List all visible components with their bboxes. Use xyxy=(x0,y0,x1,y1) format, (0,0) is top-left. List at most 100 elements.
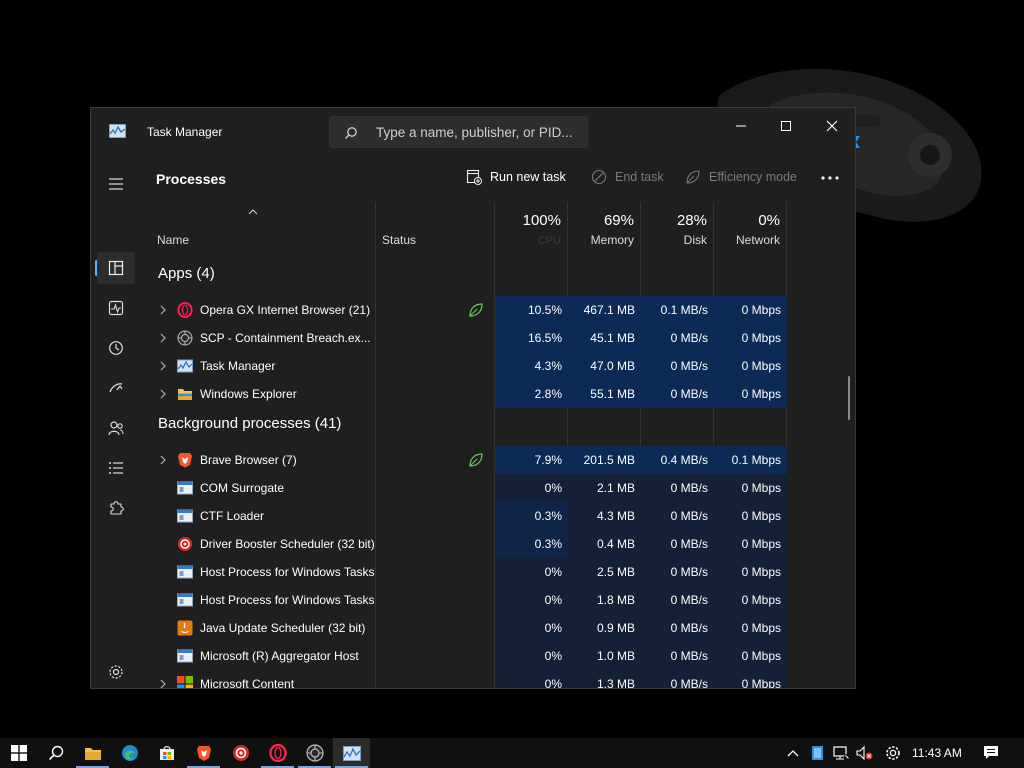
driver-booster-icon xyxy=(177,536,193,552)
process-row[interactable]: Windows Explorer 2.8% 55.1 MB 0 MB/s 0 Mbps xyxy=(139,380,839,408)
nav-services[interactable] xyxy=(97,492,135,524)
taskbar-search-button[interactable] xyxy=(37,738,74,768)
nav-processes[interactable] xyxy=(97,252,135,284)
minimize-button[interactable] xyxy=(719,112,763,140)
process-name: CTF Loader xyxy=(200,509,265,523)
nav-users[interactable] xyxy=(97,412,135,444)
end-task-button[interactable]: End task xyxy=(591,169,664,185)
expand-chevron-icon[interactable] xyxy=(159,304,167,316)
search-icon xyxy=(48,745,63,761)
column-status-label: Status xyxy=(382,233,417,247)
process-name: Java Update Scheduler (32 bit) xyxy=(200,621,366,635)
taskbar-driver-booster[interactable] xyxy=(222,738,259,768)
process-row[interactable]: CTF Loader 0.3% 4.3 MB 0 MB/s 0 Mbps xyxy=(139,502,839,530)
expand-chevron-icon[interactable] xyxy=(159,678,167,689)
process-row[interactable]: Microsoft (R) Aggregator Host 0% 1.0 MB 0 M… xyxy=(139,642,839,670)
network-cell: 0 Mbps xyxy=(714,502,787,530)
column-header-status[interactable]: Status xyxy=(376,202,495,254)
cpu-cell: 0% xyxy=(495,670,568,688)
process-row[interactable]: COM Surrogate 0% 2.1 MB 0 MB/s 0 Mbps xyxy=(139,474,839,502)
task-manager-app-icon xyxy=(109,124,126,138)
taskbar-clock[interactable]: 11:43 AM xyxy=(912,746,962,760)
column-header-memory[interactable]: 69% Memory xyxy=(568,202,641,254)
process-row[interactable]: Opera GX Internet Browser (21) 10.5% 467.1… xyxy=(139,296,839,324)
generic-window-icon xyxy=(177,648,193,664)
nav-performance[interactable] xyxy=(97,292,135,324)
column-header-disk[interactable]: 28% Disk xyxy=(641,202,714,254)
volume-muted-icon[interactable] xyxy=(855,745,875,761)
column-network-label: Network xyxy=(735,233,780,247)
expand-chevron-icon[interactable] xyxy=(159,388,167,400)
task-manager-icon xyxy=(342,745,361,761)
more-options-icon[interactable] xyxy=(821,176,839,180)
title-bar[interactable]: Task Manager Type a name, publisher, or … xyxy=(91,108,855,154)
nav-details[interactable] xyxy=(97,452,135,484)
network-icon[interactable] xyxy=(833,745,851,761)
taskbar-store[interactable] xyxy=(148,738,185,768)
efficiency-mode-button[interactable]: Efficiency mode xyxy=(685,169,797,185)
driver-booster-icon xyxy=(232,745,249,761)
column-header-cpu[interactable]: 100% CPU xyxy=(495,202,568,254)
run-new-task-button[interactable]: Run new task xyxy=(466,169,566,185)
cpu-cell: 0% xyxy=(495,586,568,614)
memory-cell: 0.9 MB xyxy=(568,614,641,642)
efficiency-mode-label: Efficiency mode xyxy=(709,170,798,184)
taskbar-brave[interactable] xyxy=(185,738,222,768)
process-row[interactable]: Brave Browser (7) 7.9% 201.5 MB 0.4 MB/s 0.1… xyxy=(139,446,839,474)
group-header[interactable]: Background processes (41) xyxy=(158,415,341,432)
services-puzzle-icon xyxy=(110,501,124,515)
column-header-network[interactable]: 0% Network xyxy=(714,202,787,254)
process-row[interactable]: Host Process for Windows Tasks 0% 1.8 MB 0 … xyxy=(139,586,839,614)
tray-app-icon[interactable] xyxy=(811,745,825,761)
show-hidden-icons-chevron-icon[interactable] xyxy=(786,748,800,758)
page-title: Processes xyxy=(156,171,227,187)
expand-chevron-icon[interactable] xyxy=(159,332,167,344)
settings-gear-icon[interactable] xyxy=(885,745,901,761)
folder-icon xyxy=(84,748,101,760)
close-button[interactable] xyxy=(810,112,854,140)
start-button[interactable] xyxy=(0,738,37,768)
task-manager-window: Task Manager Type a name, publisher, or … xyxy=(90,107,856,689)
memory-cell: 2.5 MB xyxy=(568,558,641,586)
disk-cell: 0 MB/s xyxy=(641,352,714,380)
taskbar-file-explorer[interactable] xyxy=(74,738,111,768)
disk-cell: 0.1 MB/s xyxy=(641,296,714,324)
memory-cell: 45.1 MB xyxy=(568,324,641,352)
nav-settings[interactable] xyxy=(97,656,135,688)
notification-center-icon[interactable] xyxy=(983,745,999,761)
search-box[interactable]: Type a name, publisher, or PID... xyxy=(329,116,588,148)
cpu-cell: 0% xyxy=(495,642,568,670)
taskbar-scp-game[interactable] xyxy=(296,738,333,768)
process-name: Microsoft (R) Aggregator Host xyxy=(200,649,359,663)
group-header[interactable]: Apps (4) xyxy=(158,265,215,282)
taskbar-task-manager[interactable] xyxy=(333,738,370,768)
hamburger-menu-button[interactable] xyxy=(97,168,135,200)
network-cell: 0 Mbps xyxy=(714,352,787,380)
efficiency-leaf-icon xyxy=(686,170,700,184)
navigation-rail xyxy=(91,154,139,688)
nav-app-history[interactable] xyxy=(97,332,135,364)
process-row[interactable]: Microsoft Content 0% 1.3 MB 0 MB/s 0 Mbps xyxy=(139,670,839,689)
column-header-name[interactable]: Name xyxy=(139,202,376,254)
process-name: Driver Booster Scheduler (32 bit) xyxy=(200,537,375,551)
process-name: Microsoft Content xyxy=(200,677,295,689)
cpu-cell: 0% xyxy=(495,558,568,586)
performance-icon xyxy=(108,300,124,316)
expand-chevron-icon[interactable] xyxy=(159,360,167,372)
process-row[interactable]: Driver Booster Scheduler (32 bit) 0.3% 0.4… xyxy=(139,530,839,558)
network-cell: 0 Mbps xyxy=(714,642,787,670)
process-row[interactable]: Java Update Scheduler (32 bit) 0% 0.9 MB 0 … xyxy=(139,614,839,642)
process-row[interactable]: Host Process for Windows Tasks 0% 2.5 MB 0 … xyxy=(139,558,839,586)
history-icon xyxy=(109,341,123,355)
expand-chevron-icon[interactable] xyxy=(159,454,167,466)
nav-startup-apps[interactable] xyxy=(97,372,135,404)
process-row[interactable]: SCP - Containment Breach.ex... 16.5% 45.1 … xyxy=(139,324,839,352)
taskbar-opera-gx[interactable] xyxy=(259,738,296,768)
process-row[interactable]: Task Manager 4.3% 47.0 MB 0 MB/s 0 Mbps xyxy=(139,352,839,380)
cpu-cell: 2.8% xyxy=(495,380,568,408)
vertical-scrollbar[interactable] xyxy=(848,376,850,420)
maximize-button[interactable] xyxy=(764,112,808,140)
network-total-percent: 0% xyxy=(758,212,780,229)
memory-total-percent: 69% xyxy=(603,212,634,229)
taskbar-edge[interactable] xyxy=(111,738,148,768)
